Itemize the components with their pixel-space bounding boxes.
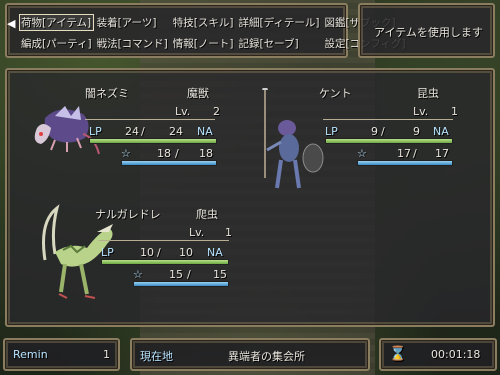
- lp-label: LP: [101, 246, 114, 259]
- member-type: 魔獣: [187, 87, 209, 100]
- lp-value: 9: [371, 125, 378, 138]
- remin-label: Remin: [13, 348, 48, 361]
- pointer-icon: ◀: [7, 17, 16, 30]
- lp-separator: /: [157, 246, 161, 259]
- na-label: NA: [197, 125, 213, 138]
- command-menu: ◀ 荷物[アイテム] 装着[アーツ] 特技[スキル] 詳細[ディテール] 図鑑[…: [5, 3, 406, 58]
- menu-item-detail[interactable]: 詳細[ディテール]: [237, 15, 320, 30]
- mp-value: 18: [157, 147, 171, 160]
- menu-grid: 荷物[アイテム] 装着[アーツ] 特技[スキル] 詳細[ディテール] 図鑑[ザブ…: [19, 14, 407, 51]
- level-value: 1: [225, 226, 232, 239]
- lp-bar-fill: [326, 139, 452, 143]
- lp-bar-fill: [90, 139, 216, 143]
- mp-max: 15: [213, 268, 227, 281]
- member-name: 闇ネズミ: [85, 87, 129, 100]
- lp-label: LP: [89, 125, 102, 138]
- member-name: ナルガレドレ: [95, 208, 161, 221]
- location-label: 現在地: [140, 350, 173, 363]
- mp-star-icon: ☆: [357, 147, 367, 160]
- lp-separator: /: [381, 125, 385, 138]
- divider: [99, 240, 229, 241]
- na-label: NA: [207, 246, 223, 259]
- divider: [85, 119, 215, 120]
- lp-max: 9: [413, 125, 420, 138]
- menu-item-save[interactable]: 記録[セーブ]: [237, 36, 320, 51]
- dark-rat-sprite: [34, 106, 100, 155]
- member-name: ケント: [319, 87, 352, 100]
- party-panel: 闇ネズミ 魔獣 Lv. 2 LP 24 / 24 NA ☆ 18 / 18 ケン: [5, 68, 495, 327]
- menu-item-party[interactable]: 編成[パーティ]: [20, 36, 93, 51]
- mp-star-icon: ☆: [121, 147, 131, 160]
- level-label: Lv.: [413, 105, 429, 118]
- menu-item-command[interactable]: 戦法[コマンド]: [96, 36, 169, 51]
- menu-item-skill[interactable]: 特技[スキル]: [172, 15, 235, 30]
- member-type: 爬虫: [196, 208, 218, 221]
- mp-separator: /: [187, 268, 191, 281]
- remin-value: 1: [103, 348, 110, 361]
- menu-item-item[interactable]: 荷物[アイテム]: [19, 14, 94, 31]
- mp-bar: [357, 160, 453, 166]
- level-label: Lv.: [189, 226, 205, 239]
- lp-separator: /: [141, 125, 145, 138]
- lp-bar: [101, 259, 229, 265]
- playtime-panel: ⌛ 00:01:18: [379, 338, 497, 371]
- help-text: アイテムを使用します: [374, 26, 483, 39]
- level-value: 2: [213, 105, 220, 118]
- mp-bar-fill: [122, 161, 216, 165]
- mp-bar: [121, 160, 217, 166]
- mp-max: 17: [435, 147, 449, 160]
- mp-bar-fill: [134, 282, 228, 286]
- lp-max: 24: [169, 125, 183, 138]
- mp-bar-fill: [358, 161, 452, 165]
- level-value: 1: [451, 105, 458, 118]
- lp-value: 10: [140, 246, 154, 259]
- na-label: NA: [433, 125, 449, 138]
- menu-item-arts[interactable]: 装着[アーツ]: [96, 15, 169, 30]
- lp-bar: [325, 138, 453, 144]
- mp-separator: /: [175, 147, 179, 160]
- lp-bar: [89, 138, 217, 144]
- mp-max: 18: [199, 147, 213, 160]
- lp-max: 10: [179, 246, 193, 259]
- mp-star-icon: ☆: [133, 268, 143, 281]
- lp-label: LP: [325, 125, 338, 138]
- mp-value: 15: [169, 268, 183, 281]
- remin-panel: Remin 1: [3, 338, 120, 371]
- lp-value: 24: [125, 125, 139, 138]
- hourglass-icon: ⌛: [389, 346, 407, 362]
- help-panel: アイテムを使用します: [358, 3, 495, 58]
- divider: [323, 119, 453, 120]
- mp-separator: /: [413, 147, 417, 160]
- member-type: 昆虫: [417, 87, 439, 100]
- mp-value: 17: [397, 147, 411, 160]
- playtime-value: 00:01:18: [431, 348, 481, 361]
- location-panel: 現在地 異端者の集会所: [130, 338, 370, 371]
- menu-item-note[interactable]: 情報[ノート]: [172, 36, 235, 51]
- lp-bar-fill: [102, 260, 228, 264]
- mp-bar: [133, 281, 229, 287]
- location-name: 異端者の集会所: [228, 350, 305, 363]
- level-label: Lv.: [175, 105, 191, 118]
